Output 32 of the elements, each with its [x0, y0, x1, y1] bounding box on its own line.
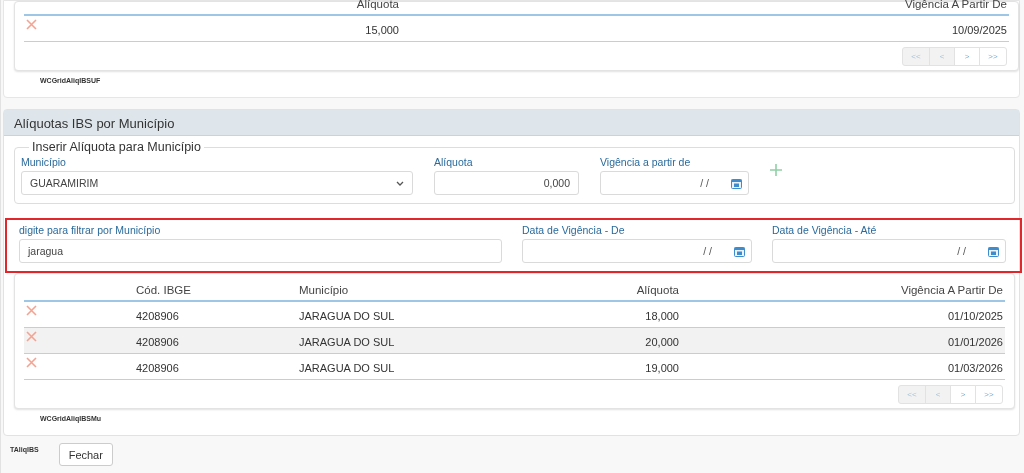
- pager-button[interactable]: >>: [975, 385, 1003, 404]
- field-label: Município: [21, 156, 67, 168]
- date-field[interactable]: / /: [522, 239, 752, 263]
- calendar-icon[interactable]: [988, 245, 999, 257]
- calendar-icon[interactable]: [734, 245, 745, 257]
- date-field[interactable]: / /: [772, 239, 1006, 263]
- input-field[interactable]: 0,000: [434, 171, 579, 195]
- field-label: digite para filtrar por Município: [19, 224, 162, 236]
- field-label: Data de Vigência - Até: [772, 224, 878, 236]
- delete-icon[interactable]: [26, 331, 37, 342]
- group-legend: Inserir Alíquota para Município: [29, 140, 204, 154]
- calendar-icon[interactable]: [731, 177, 742, 189]
- delete-icon[interactable]: [26, 19, 37, 30]
- delete-icon[interactable]: [26, 357, 37, 368]
- pager-button[interactable]: >: [950, 385, 976, 404]
- input-field[interactable]: jaragua: [19, 239, 502, 263]
- table-cell: 20,000: [504, 328, 681, 354]
- select-field[interactable]: GUARAMIRIM: [21, 171, 413, 195]
- table-cell: 4208906: [134, 328, 297, 354]
- section-header: Alíquotas IBS por Município: [4, 110, 1019, 136]
- caret-icon: [396, 180, 404, 186]
- field-label: Data de Vigência - De: [522, 224, 626, 236]
- table-cell: 01/01/2026: [681, 328, 1005, 354]
- pager-button[interactable]: >: [954, 47, 980, 66]
- close-button[interactable]: Fechar: [58, 443, 113, 466]
- table-cell: JARAGUA DO SUL: [297, 328, 504, 354]
- add-icon[interactable]: [770, 164, 782, 176]
- field-label: Alíquota: [434, 156, 474, 168]
- delete-icon[interactable]: [26, 305, 37, 316]
- pager-button[interactable]: >>: [979, 47, 1007, 66]
- date-field[interactable]: / /: [600, 171, 749, 195]
- field-label: Vigência a partir de: [600, 156, 692, 168]
